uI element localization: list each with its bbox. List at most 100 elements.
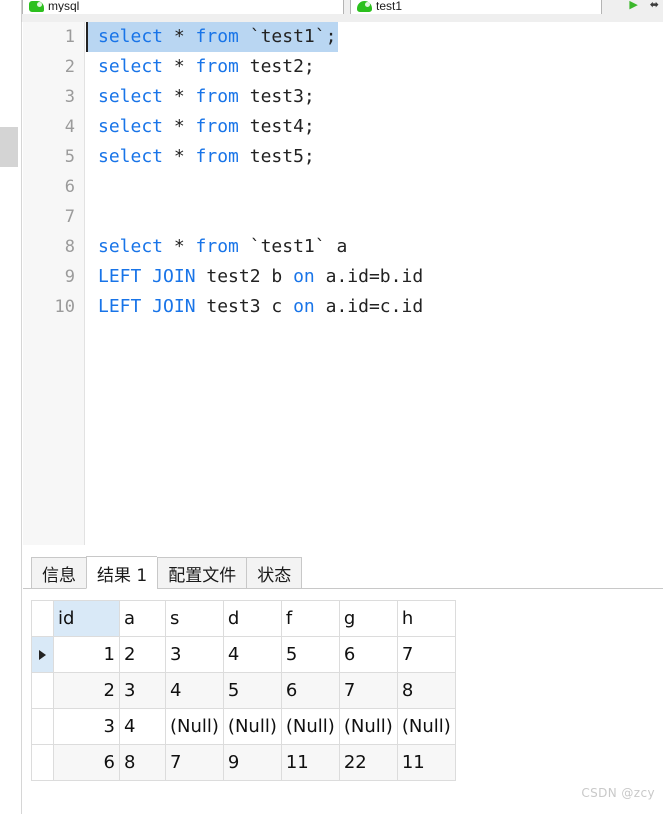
table-cell[interactable]: 6	[281, 672, 340, 709]
column-header-s[interactable]: s	[165, 600, 224, 637]
code-line[interactable]: select * from test4;	[86, 112, 663, 142]
sql-editor[interactable]: 1 2 3 4 5 6 7 8 9 10 select * from `test1`; select…	[0, 22, 663, 545]
cell-null[interactable]: (Null)	[339, 708, 398, 745]
code-line-text[interactable]	[86, 202, 663, 232]
code-line[interactable]: LEFT JOIN test3 c on a.id=c.id	[86, 292, 663, 322]
result-grid[interactable]: id a s d f g h 1 2 3 4 5 6 7 2 3 4 5 6 7 8 3 4 (Null) (Null) (Nul…	[31, 600, 663, 781]
result-table: id a s d f g h 1 2 3 4 5 6 7 2 3 4 5 6 7 8 3 4 (Null) (Null) (Nul…	[31, 600, 456, 781]
table-cell[interactable]: 1	[53, 636, 120, 673]
token-op: *	[163, 146, 196, 167]
code-line-text[interactable]: LEFT JOIN test3 c on a.id=c.id	[86, 292, 663, 322]
line-number: 6	[64, 177, 75, 197]
table-cell[interactable]: 5	[223, 672, 282, 709]
token-id: `test1`;	[238, 26, 337, 47]
table-cell[interactable]: 7	[397, 636, 456, 673]
line-number: 8	[64, 237, 75, 257]
table-row[interactable]: 1234567	[31, 636, 456, 673]
table-cell[interactable]: 5	[281, 636, 340, 673]
row-marker[interactable]	[31, 708, 54, 745]
column-header-g[interactable]: g	[339, 600, 398, 637]
table-cell[interactable]: 2	[119, 636, 166, 673]
code-line[interactable]	[86, 172, 663, 202]
code-line-text[interactable]: select * from test3;	[86, 82, 663, 112]
current-row-marker[interactable]	[31, 636, 54, 673]
table-cell[interactable]: 6	[339, 636, 398, 673]
table-cell[interactable]: 3	[53, 708, 120, 745]
table-cell[interactable]: 3	[165, 636, 224, 673]
token-kw: select	[98, 146, 164, 167]
editor-left-rail	[0, 22, 22, 545]
table-cell[interactable]: 8	[119, 744, 166, 781]
token-kw: from	[195, 86, 239, 107]
table-cell[interactable]: 11	[281, 744, 340, 781]
connection-tab-label: mysql	[48, 0, 80, 12]
connection-tab-mysql[interactable]: mysql	[22, 0, 344, 14]
toolbar-actions: ▶ ⬌	[629, 0, 659, 11]
table-row[interactable]: 3 4 (Null) (Null) (Null) (Null) (Null)	[31, 708, 456, 745]
table-cell[interactable]: 22	[339, 744, 398, 781]
code-line-text[interactable]: select * from `test1` a	[86, 232, 663, 262]
token-kw: from	[195, 26, 239, 47]
code-line[interactable]: select * from test3;	[86, 82, 663, 112]
results-tab-3[interactable]: 状态	[246, 557, 303, 589]
cell-null[interactable]: (Null)	[223, 708, 282, 745]
table-header-row: id a s d f g h	[31, 600, 456, 637]
table-cell[interactable]: 9	[223, 744, 282, 781]
row-marker[interactable]	[31, 744, 54, 781]
code-line[interactable]: select * from test5;	[86, 142, 663, 172]
token-kw: LEFT JOIN	[98, 266, 196, 287]
editor-scrollbar-thumb[interactable]	[0, 127, 18, 167]
table-cell[interactable]: 11	[397, 744, 456, 781]
table-cell[interactable]: 7	[165, 744, 224, 781]
more-icon[interactable]: ⬌	[650, 0, 659, 11]
editor-code-area[interactable]: select * from `test1`; select * from test…	[86, 22, 663, 545]
column-header-a[interactable]: a	[119, 600, 166, 637]
results-tab-2[interactable]: 配置文件	[157, 557, 247, 589]
cell-null[interactable]: (Null)	[281, 708, 340, 745]
code-line[interactable]	[86, 202, 663, 232]
column-header-id[interactable]: id	[53, 600, 120, 637]
mysql-dolphin-icon	[29, 0, 44, 12]
column-header-h[interactable]: h	[397, 600, 456, 637]
code-line-text[interactable]: LEFT JOIN test2 b on a.id=b.id	[86, 262, 663, 292]
table-cell[interactable]: 3	[119, 672, 166, 709]
code-line[interactable]: select * from test2;	[86, 52, 663, 82]
column-header-f[interactable]: f	[281, 600, 340, 637]
table-cell[interactable]: 6	[53, 744, 120, 781]
results-tab-strip: 信息 结果 1 配置文件 状态	[23, 556, 663, 589]
token-kw: select	[98, 86, 164, 107]
column-header-d[interactable]: d	[223, 600, 282, 637]
cell-null[interactable]: (Null)	[165, 708, 224, 745]
code-line-text[interactable]: select * from test4;	[86, 112, 663, 142]
token-op: *	[163, 56, 196, 77]
table-cell[interactable]: 2	[53, 672, 120, 709]
table-cell[interactable]: 4	[165, 672, 224, 709]
table-cell[interactable]: 8	[397, 672, 456, 709]
code-line-text[interactable]: select * from test2;	[86, 52, 663, 82]
token-id: a.id=c.id	[314, 296, 424, 317]
results-tab-1[interactable]: 结果 1	[86, 556, 158, 589]
table-row[interactable]: 2345678	[31, 672, 456, 709]
row-marker-corner	[31, 600, 54, 637]
code-line[interactable]: LEFT JOIN test2 b on a.id=b.id	[86, 262, 663, 292]
code-line-text[interactable]: select * from test5;	[86, 142, 663, 172]
token-kw: select	[98, 236, 164, 257]
connection-tab-test1[interactable]: test1	[350, 0, 602, 14]
cell-null[interactable]: (Null)	[397, 708, 456, 745]
row-marker[interactable]	[31, 672, 54, 709]
token-kw: select	[98, 26, 164, 47]
token-kw: LEFT JOIN	[98, 296, 196, 317]
token-id: test4;	[238, 116, 315, 137]
token-op: *	[163, 26, 196, 47]
code-line-text[interactable]	[86, 172, 663, 202]
table-cell[interactable]: 4	[223, 636, 282, 673]
line-number: 2	[64, 57, 75, 77]
table-cell[interactable]: 7	[339, 672, 398, 709]
code-line[interactable]: select * from `test1` a	[86, 232, 663, 262]
code-line[interactable]: select * from `test1`;	[86, 22, 663, 52]
table-row[interactable]: 6 8 7 9 11 22 11	[31, 744, 456, 781]
table-cell[interactable]: 4	[119, 708, 166, 745]
code-line-selected[interactable]: select * from `test1`;	[86, 22, 339, 52]
run-icon[interactable]: ▶	[629, 0, 637, 11]
results-tab-0[interactable]: 信息	[31, 557, 86, 589]
